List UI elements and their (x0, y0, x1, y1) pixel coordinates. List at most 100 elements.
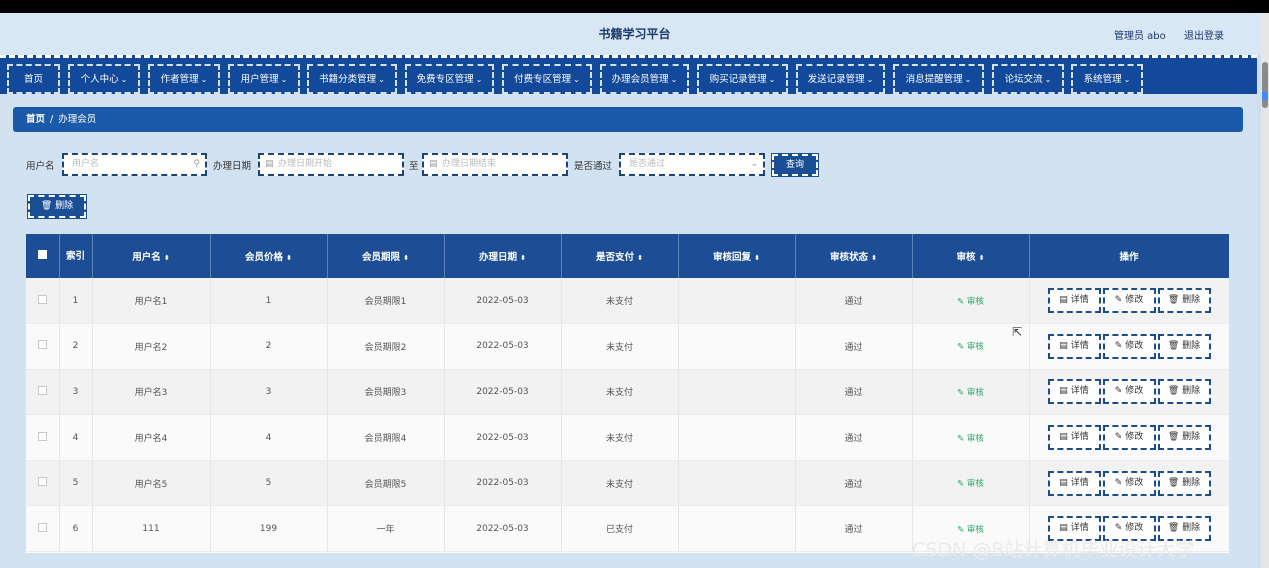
review-link[interactable]: ✎ 审核 (957, 342, 984, 352)
nav-item-system[interactable]: 系统管理 ⌄ (1071, 64, 1143, 94)
row-select-cell[interactable] (26, 460, 60, 507)
batch-delete-button[interactable]: 🗑 删除 (27, 194, 87, 219)
cell-reply (678, 369, 796, 416)
delete-button[interactable]: 🗑 删除 (1157, 470, 1211, 496)
edit-button[interactable]: ✎ 修改 (1102, 288, 1156, 314)
nav-item-personal-center[interactable]: 个人中心 ⌄ (68, 64, 140, 94)
review-link[interactable]: ✎ 审核 (957, 434, 984, 444)
table-row: 3 用户名3 3 会员期限3 2022-05-03 未支付 通过 ✎ 审核 ▤ 详情 ✎ 修改 🗑 … (26, 369, 1229, 416)
query-button[interactable]: 查询 (771, 153, 819, 177)
sort-icon: ⬍ (754, 254, 760, 262)
edit-icon: ✎ (957, 387, 965, 398)
cell-actions: ▤ 详情 ✎ 修改 🗑 删除 (1029, 323, 1229, 370)
cell-price: 3 (210, 369, 328, 416)
edit-button[interactable]: ✎ 修改 (1102, 379, 1156, 405)
trash-icon: 🗑 (1167, 386, 1180, 397)
edit-button[interactable]: ✎ 修改 (1102, 470, 1156, 496)
delete-button[interactable]: 🗑 删除 (1157, 288, 1211, 314)
trash-icon: 🗑 (1167, 340, 1180, 351)
chevron-down-icon: ⌄ (1123, 75, 1131, 84)
nav-item-purchase-records[interactable]: 购买记录管理 ⌄ (697, 64, 788, 94)
table-header: 索引 用户名 ⬍ 会员价格 ⬍ 会员期限 ⬍ 办理日期 ⬍ 是否支付 ⬍ 审核回复 ⬍ 审核… (26, 234, 1229, 278)
sort-icon: ⬍ (520, 254, 526, 262)
edit-icon: ✎ (1114, 477, 1123, 488)
delete-button[interactable]: 🗑 删除 (1157, 379, 1211, 405)
row-select-cell[interactable] (26, 414, 60, 461)
detail-button[interactable]: ▤ 详情 (1047, 425, 1101, 451)
nav-item-book-category[interactable]: 书籍分类管理 ⌄ (307, 64, 397, 94)
cell-term: 会员期限3 (327, 369, 445, 416)
cell-reply (678, 460, 796, 507)
detail-button[interactable]: ▤ 详情 (1047, 379, 1101, 405)
scrollbar-thumb[interactable] (1262, 62, 1268, 108)
edit-icon: ✎ (1114, 523, 1123, 534)
nav-item-home[interactable]: 首页 (7, 64, 60, 94)
col-status[interactable]: 审核状态 ⬍ (795, 234, 913, 278)
delete-button[interactable]: 🗑 删除 (1157, 333, 1211, 359)
edit-icon: ✎ (957, 479, 965, 490)
col-username[interactable]: 用户名 ⬍ (92, 234, 211, 278)
cell-actions: ▤ 详情 ✎ 修改 🗑 删除 (1029, 460, 1229, 507)
row-checkbox[interactable] (37, 294, 47, 304)
row-select-cell[interactable] (26, 369, 60, 416)
row-checkbox[interactable] (37, 522, 47, 532)
nav-item-message-reminders[interactable]: 消息提醒管理 ⌄ (893, 64, 984, 94)
col-price[interactable]: 会员价格 ⬍ (210, 234, 328, 278)
breadcrumb-home[interactable]: 首页 (26, 114, 45, 125)
cell-paid: 未支付 (561, 323, 679, 370)
document-icon: ▤ (1059, 477, 1068, 488)
breadcrumb-separator: / (50, 114, 54, 125)
col-paid[interactable]: 是否支付 ⬍ (561, 234, 679, 278)
logout-link[interactable]: 退出登录 (1184, 27, 1224, 42)
nav-item-send-records[interactable]: 发送记录管理 ⌄ (796, 64, 885, 94)
nav-item-free-zone[interactable]: 免费专区管理 ⌄ (405, 64, 494, 94)
document-icon: ▤ (1059, 432, 1068, 443)
row-select-cell[interactable] (26, 278, 60, 325)
row-checkbox[interactable] (37, 431, 47, 441)
col-review[interactable]: 审核 ⬍ (912, 234, 1030, 278)
cell-reply (678, 323, 796, 370)
cell-price: 2 (210, 323, 328, 370)
cell-review: ✎ 审核 (912, 414, 1030, 461)
membership-table: 索引 用户名 ⬍ 会员价格 ⬍ 会员期限 ⬍ 办理日期 ⬍ 是否支付 ⬍ 审核回复 ⬍ 审核… (26, 234, 1229, 553)
nav-item-forum[interactable]: 论坛交流 ⌄ (992, 64, 1064, 94)
col-date[interactable]: 办理日期 ⬍ (444, 234, 562, 278)
select-all-cell[interactable] (26, 234, 60, 278)
cell-index: 4 (59, 414, 93, 461)
review-link[interactable]: ✎ 审核 (957, 297, 984, 307)
edit-icon: ✎ (957, 524, 965, 535)
col-index: 索引 (59, 234, 93, 278)
app-title: 书籍学习平台 (598, 27, 671, 41)
select-all-checkbox[interactable] (37, 250, 47, 259)
edit-button[interactable]: ✎ 修改 (1102, 333, 1156, 359)
row-select-cell[interactable] (26, 323, 60, 370)
cell-actions: ▤ 详情 ✎ 修改 🗑 删除 (1029, 369, 1229, 416)
cell-username: 用户名5 (92, 460, 211, 507)
cell-actions: ▤ 详情 ✎ 修改 🗑 删除 (1029, 278, 1229, 325)
review-link[interactable]: ✎ 审核 (957, 479, 984, 489)
nav-item-membership[interactable]: 办理会员管理 ⌄ (600, 64, 689, 94)
review-link[interactable]: ✎ 审核 (957, 525, 984, 535)
col-term[interactable]: 会员期限 ⬍ (327, 234, 445, 278)
review-link[interactable]: ✎ 审核 (957, 388, 984, 398)
col-reply[interactable]: 审核回复 ⬍ (678, 234, 796, 278)
cell-index: 3 (59, 369, 93, 416)
row-select-cell[interactable] (26, 505, 60, 553)
detail-button[interactable]: ▤ 详情 (1047, 470, 1101, 496)
date-start-input[interactable]: ▤ 办理日期开始 (258, 153, 404, 176)
row-checkbox[interactable] (37, 477, 47, 487)
approved-select[interactable]: 是否通过 ⌄ (619, 153, 765, 176)
delete-button[interactable]: 🗑 删除 (1157, 425, 1211, 451)
sort-icon: ⬍ (978, 254, 985, 262)
nav-item-user-management[interactable]: 用户管理 ⌄ (228, 64, 300, 94)
detail-button[interactable]: ▤ 详情 (1047, 288, 1101, 314)
nav-item-paid-zone[interactable]: 付费专区管理 ⌄ (502, 64, 592, 94)
username-input[interactable]: 用户名 ⚲ (62, 153, 207, 176)
detail-button[interactable]: ▤ 详情 (1047, 333, 1101, 359)
row-checkbox[interactable] (37, 340, 47, 350)
cell-term: 会员期限1 (327, 278, 445, 325)
row-checkbox[interactable] (37, 385, 47, 395)
date-end-input[interactable]: ▤ 办理日期结束 (422, 153, 568, 176)
edit-button[interactable]: ✎ 修改 (1102, 425, 1156, 451)
nav-item-author-management[interactable]: 作者管理 ⌄ (148, 64, 220, 94)
